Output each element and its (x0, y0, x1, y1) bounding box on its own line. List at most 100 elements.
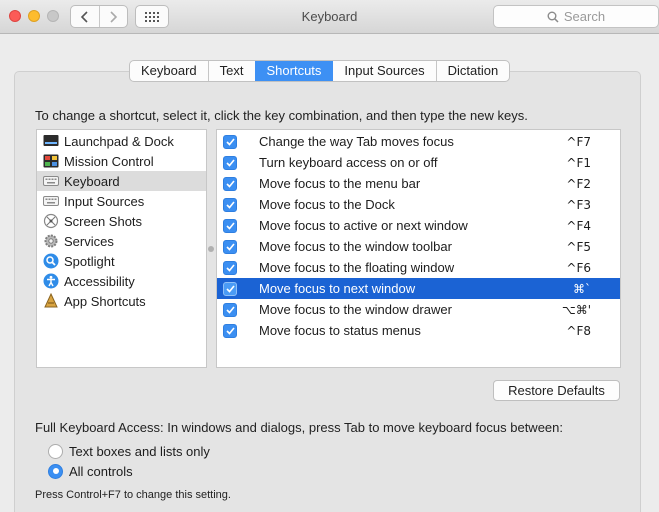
category-label: Keyboard (64, 173, 120, 189)
title-bar: Keyboard Search (0, 0, 659, 34)
checkmark-icon (225, 327, 235, 335)
shortcut-label: Move focus to the window drawer (259, 302, 452, 317)
launchpad-dock-icon (43, 133, 59, 149)
category-label: Accessibility (64, 273, 135, 289)
shortcut-row-selected[interactable]: Move focus to next window ⌘` (217, 278, 620, 299)
checkmark-icon (225, 243, 235, 251)
shortcut-row[interactable]: Move focus to the window toolbar ^F5 (217, 236, 620, 257)
checkmark-icon (225, 285, 235, 293)
shortcut-row[interactable]: Move focus to active or next window ^F4 (217, 215, 620, 236)
category-label: Launchpad & Dock (64, 133, 174, 149)
category-mission-control[interactable]: Mission Control (37, 151, 206, 171)
split-view-handle[interactable] (208, 246, 214, 252)
search-icon (547, 11, 559, 23)
instruction-text: To change a shortcut, select it, click t… (35, 108, 528, 123)
shortcut-row[interactable]: Move focus to the Dock ^F3 (217, 194, 620, 215)
navigation-buttons (70, 5, 128, 28)
shortcut-row[interactable]: Change the way Tab moves focus ^F7 (217, 131, 620, 152)
shortcut-key[interactable]: ^F4 (566, 219, 591, 233)
radio-all-controls[interactable]: All controls (48, 463, 133, 479)
category-label: Input Sources (64, 193, 145, 209)
tab-bar: Keyboard Text Shortcuts Input Sources Di… (129, 60, 511, 82)
shortcut-row[interactable]: Turn keyboard access on or off ^F1 (217, 152, 620, 173)
shortcut-checkbox[interactable] (223, 135, 237, 149)
app-shortcuts-icon (43, 293, 59, 309)
grid-icon (145, 11, 159, 22)
category-services[interactable]: Services (37, 231, 206, 251)
restore-defaults-button[interactable]: Restore Defaults (493, 380, 620, 401)
checkmark-icon (225, 201, 235, 209)
chevron-right-icon (110, 10, 118, 23)
shortcut-key[interactable]: ⌘` (573, 282, 591, 296)
search-placeholder: Search (563, 9, 606, 24)
shortcut-row[interactable]: Move focus to status menus ^F8 (217, 320, 620, 341)
tab-shortcuts[interactable]: Shortcuts (254, 61, 333, 81)
checkmark-icon (225, 180, 235, 188)
checkmark-icon (225, 138, 235, 146)
radio-button[interactable] (48, 463, 63, 479)
minimize-window-button[interactable] (28, 10, 40, 22)
radio-label: All controls (69, 463, 133, 479)
shortcut-row[interactable]: Move focus to the menu bar ^F2 (217, 173, 620, 194)
shortcut-checkbox[interactable] (223, 282, 237, 296)
shortcut-checkbox[interactable] (223, 240, 237, 254)
shortcut-checkbox[interactable] (223, 303, 237, 317)
input-sources-icon (43, 193, 59, 209)
checkmark-icon (225, 306, 235, 314)
shortcut-label: Move focus to the menu bar (259, 176, 421, 191)
shortcut-checkbox[interactable] (223, 156, 237, 170)
gear-icon (43, 233, 59, 249)
shortcut-label: Move focus to next window (259, 281, 416, 296)
checkmark-icon (225, 222, 235, 230)
shortcut-key[interactable]: ^F8 (566, 324, 591, 338)
radio-text-boxes-lists[interactable]: Text boxes and lists only (48, 443, 210, 459)
category-app-shortcuts[interactable]: App Shortcuts (37, 291, 206, 311)
tab-dictation[interactable]: Dictation (435, 61, 510, 81)
category-list: Launchpad & Dock Mission Control Keyboar… (36, 129, 207, 368)
category-spotlight[interactable]: Spotlight (37, 251, 206, 271)
shortcut-label: Move focus to active or next window (259, 218, 468, 233)
shortcut-key[interactable]: ^F6 (566, 261, 591, 275)
shortcut-list: Change the way Tab moves focus ^F7 Turn … (216, 129, 621, 368)
shortcut-label: Move focus to the floating window (259, 260, 455, 275)
category-label: Services (64, 233, 114, 249)
shortcut-checkbox[interactable] (223, 324, 237, 338)
zoom-window-button[interactable] (47, 10, 59, 22)
shortcut-key[interactable]: ^F3 (566, 198, 591, 212)
category-launchpad-dock[interactable]: Launchpad & Dock (37, 131, 206, 151)
tab-input-sources[interactable]: Input Sources (332, 61, 435, 81)
shortcut-key[interactable]: ^F5 (566, 240, 591, 254)
category-label: Spotlight (64, 253, 115, 269)
keyboard-icon (43, 173, 59, 189)
shortcut-label: Turn keyboard access on or off (259, 155, 438, 170)
category-accessibility[interactable]: Accessibility (37, 271, 206, 291)
radio-button[interactable] (48, 443, 63, 459)
shortcut-label: Move focus to the Dock (259, 197, 395, 212)
category-keyboard[interactable]: Keyboard (37, 171, 206, 191)
shortcut-key[interactable]: ^F2 (566, 177, 591, 191)
back-button[interactable] (71, 6, 99, 27)
shortcut-checkbox[interactable] (223, 261, 237, 275)
forward-button[interactable] (98, 6, 128, 27)
chevron-left-icon (80, 10, 88, 23)
tab-text[interactable]: Text (207, 61, 255, 81)
tab-keyboard[interactable]: Keyboard (130, 61, 208, 81)
show-all-button[interactable] (135, 5, 169, 28)
shortcut-checkbox[interactable] (223, 177, 237, 191)
category-label: Screen Shots (64, 213, 143, 229)
category-screen-shots[interactable]: Screen Shots (37, 211, 206, 231)
spotlight-icon (43, 253, 59, 269)
shortcut-key[interactable]: ⌥⌘' (562, 303, 591, 317)
shortcut-row[interactable]: Move focus to the floating window ^F6 (217, 257, 620, 278)
full-keyboard-access-label: Full Keyboard Access: In windows and dia… (35, 420, 563, 435)
shortcut-row[interactable]: Move focus to the window drawer ⌥⌘' (217, 299, 620, 320)
category-input-sources[interactable]: Input Sources (37, 191, 206, 211)
search-field[interactable]: Search (493, 5, 659, 28)
shortcut-checkbox[interactable] (223, 198, 237, 212)
shortcut-key[interactable]: ^F1 (566, 156, 591, 170)
close-window-button[interactable] (9, 10, 21, 22)
shortcut-checkbox[interactable] (223, 219, 237, 233)
shortcut-key[interactable]: ^F7 (566, 135, 591, 149)
keyboard-access-hint: Press Control+F7 to change this setting. (35, 489, 231, 501)
checkmark-icon (225, 159, 235, 167)
